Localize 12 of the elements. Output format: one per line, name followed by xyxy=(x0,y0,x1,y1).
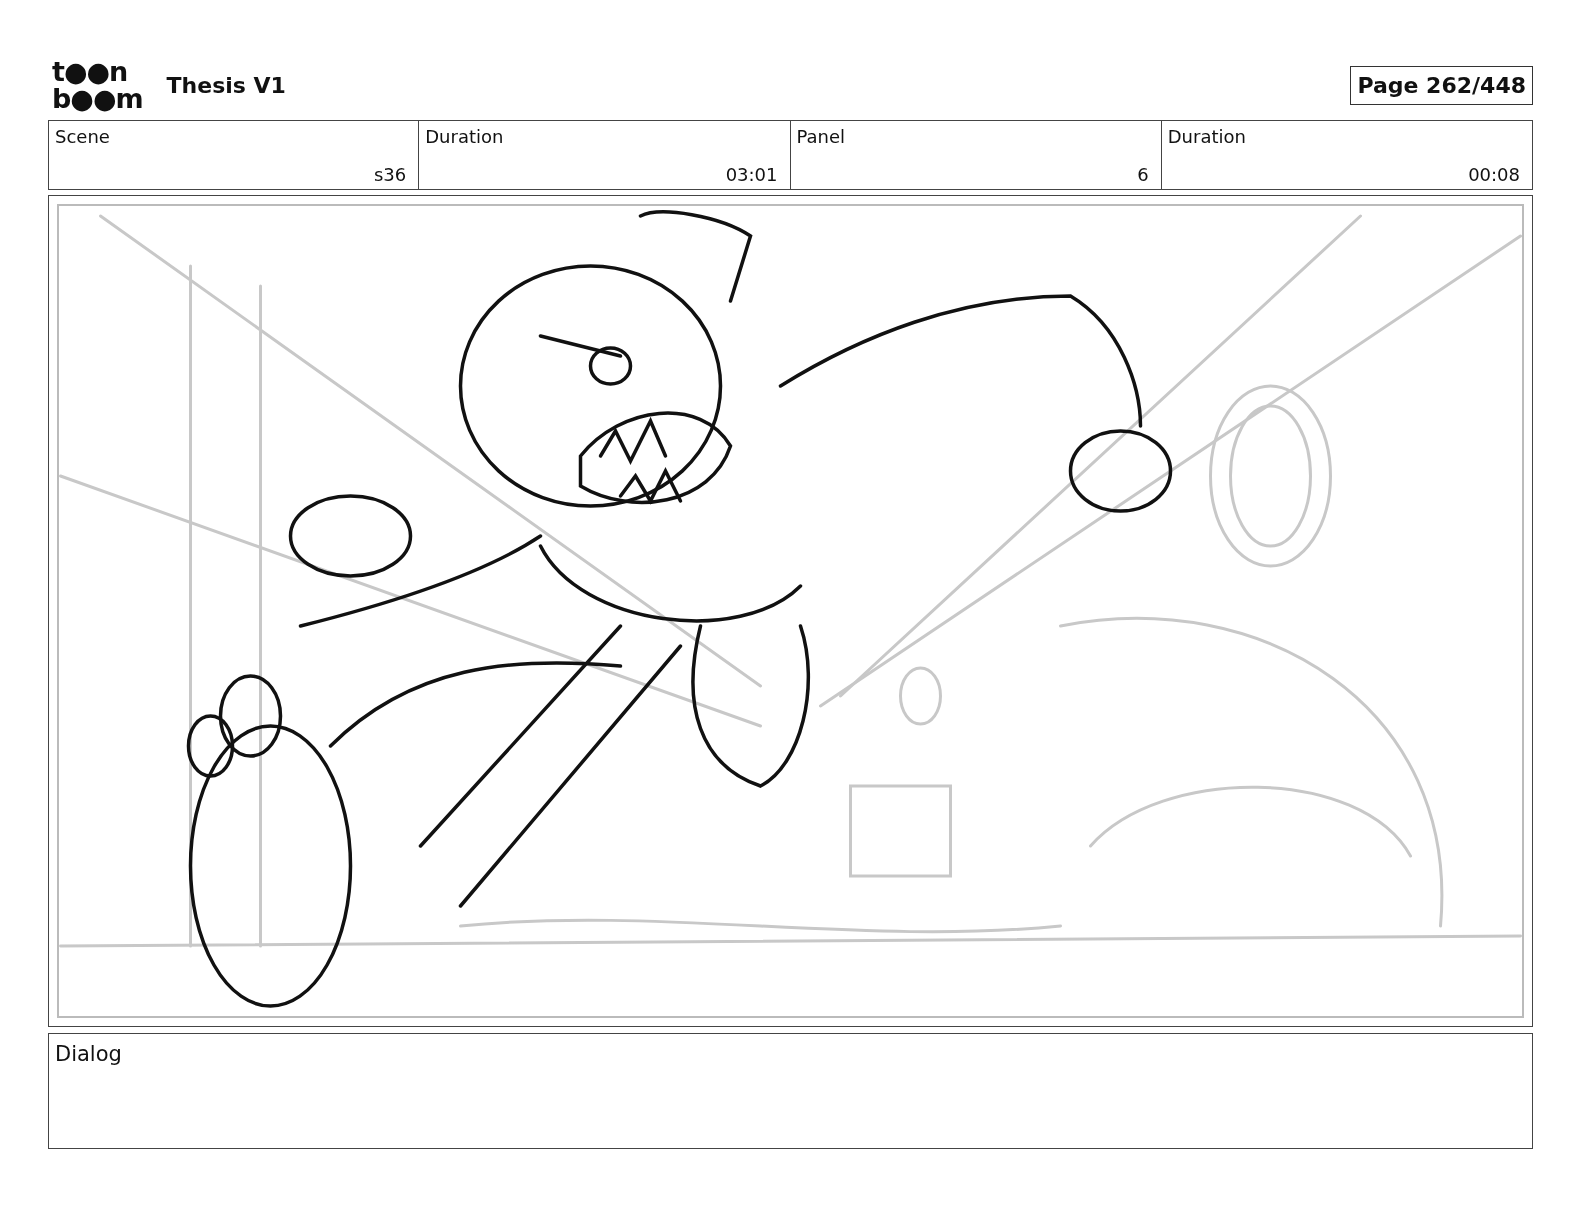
field-value: s36 xyxy=(373,164,407,185)
field-label: Duration xyxy=(1167,126,1246,147)
field-value: 00:08 xyxy=(1468,164,1520,185)
field-label: Panel xyxy=(796,126,846,147)
field-label: Scene xyxy=(55,126,110,147)
field-label: Duration xyxy=(425,126,504,147)
project-title: Thesis V1 xyxy=(166,72,287,98)
logo: t●●n b●●m xyxy=(52,58,143,112)
field-value: 03:01 xyxy=(725,164,778,185)
field-value: 6 xyxy=(1137,164,1149,185)
dialog-label: Dialog xyxy=(55,1042,122,1066)
page-number: Page 262/448 xyxy=(1350,65,1533,105)
